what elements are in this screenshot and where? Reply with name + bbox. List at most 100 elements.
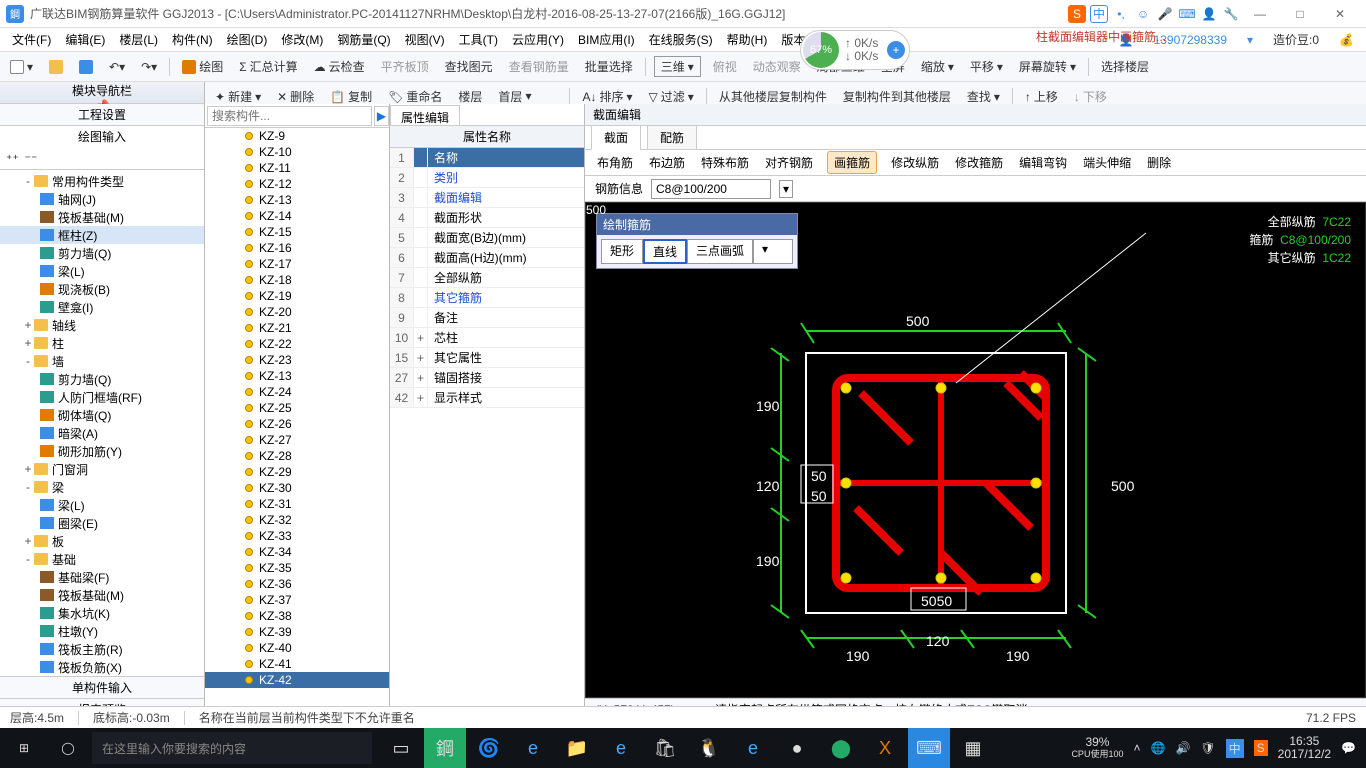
kz-list[interactable]: KZ-9KZ-10KZ-11KZ-12KZ-13KZ-14KZ-15KZ-16K… <box>205 128 389 720</box>
tree-group[interactable]: -常用构件类型 <box>0 172 204 190</box>
tree-group[interactable]: +板 <box>0 532 204 550</box>
menu-online[interactable]: 在线服务(S) <box>643 29 719 50</box>
kz-item[interactable]: KZ-32 <box>205 512 389 528</box>
app-folder-icon[interactable]: 📁 <box>556 728 598 768</box>
ime-punct-icon[interactable]: •, <box>1112 5 1130 23</box>
kz-item[interactable]: KZ-9 <box>205 128 389 144</box>
cpu-meter[interactable]: 39%CPU使用100 <box>1071 736 1123 760</box>
taskview-icon[interactable]: ▭ <box>380 728 422 768</box>
app-vb-icon[interactable]: ▦ <box>952 728 994 768</box>
batch-select-button[interactable]: 批量选择 <box>581 56 637 77</box>
ime-face-icon[interactable]: ☺ <box>1134 5 1152 23</box>
kz-item[interactable]: KZ-26 <box>205 416 389 432</box>
tray-notif-icon[interactable]: 💬 <box>1341 741 1356 755</box>
kz-item[interactable]: KZ-33 <box>205 528 389 544</box>
tray-vol-icon[interactable]: 🔊 <box>1175 741 1190 755</box>
arrow-down-icon[interactable]: ▾ <box>1241 31 1259 49</box>
menu-bim[interactable]: BIM应用(I) <box>572 29 641 50</box>
tray-ime-icon[interactable]: 中 <box>1226 739 1244 758</box>
tree-item[interactable]: 砌形加筋(Y) <box>0 442 204 460</box>
taskbar-search[interactable]: 在这里输入你要搜索的内容 <box>92 732 372 764</box>
section-tool[interactable]: 删除 <box>1145 152 1173 173</box>
menu-component[interactable]: 构件(N) <box>166 29 219 50</box>
app-edge-old-icon[interactable]: e <box>512 728 554 768</box>
tree-item[interactable]: 梁(L) <box>0 262 204 280</box>
app-ie-icon[interactable]: e <box>732 728 774 768</box>
tray-net-icon[interactable]: 🌐 <box>1150 741 1165 755</box>
tray-clock[interactable]: 16:352017/12/2 <box>1278 735 1331 761</box>
tree-item[interactable]: 现浇板(B) <box>0 280 204 298</box>
kz-item[interactable]: KZ-42 <box>205 672 389 688</box>
kz-item[interactable]: KZ-24 <box>205 384 389 400</box>
kz-item[interactable]: KZ-41 <box>205 656 389 672</box>
menu-draw[interactable]: 绘图(D) <box>221 29 274 50</box>
align-top-button[interactable]: 平齐板顶 <box>377 56 433 77</box>
section-tool[interactable]: 画箍筋 <box>827 151 877 174</box>
menu-tools[interactable]: 工具(T) <box>453 29 504 50</box>
menu-view[interactable]: 视图(V) <box>399 29 451 50</box>
section-tool[interactable]: 特殊布筋 <box>699 152 751 173</box>
kz-item[interactable]: KZ-15 <box>205 224 389 240</box>
rebar-info-input[interactable] <box>651 179 771 199</box>
tree-item[interactable]: 剪力墙(Q) <box>0 370 204 388</box>
tab-single-input[interactable]: 单构件输入 <box>0 676 204 698</box>
menu-cloud[interactable]: 云应用(Y) <box>506 29 570 50</box>
ime-kbd-icon[interactable]: ⌨ <box>1178 5 1196 23</box>
bean-icon[interactable]: 💰 <box>1333 31 1360 49</box>
prop-row[interactable]: 15+其它属性 <box>390 348 584 368</box>
kz-item[interactable]: KZ-19 <box>205 288 389 304</box>
prop-row[interactable]: 10+芯柱 <box>390 328 584 348</box>
tree-item[interactable]: 人防门框墙(RF) <box>0 388 204 406</box>
view-rebar-button[interactable]: 查看钢筋量 <box>505 56 573 77</box>
search-input[interactable] <box>207 106 372 126</box>
app-spiral-icon[interactable]: 🌀 <box>468 728 510 768</box>
menu-help[interactable]: 帮助(H) <box>721 29 774 50</box>
kz-item[interactable]: KZ-18 <box>205 272 389 288</box>
speed-widget[interactable]: 67% ↑ 0K/s ↓ 0K/s + <box>800 30 910 70</box>
kz-item[interactable]: KZ-37 <box>205 592 389 608</box>
open-button[interactable] <box>45 58 67 76</box>
section-tool[interactable]: 对齐钢筋 <box>763 152 815 173</box>
sogou-icon[interactable]: S <box>1068 5 1086 23</box>
tab-rebar[interactable]: 配筋 <box>647 125 697 150</box>
menu-file[interactable]: 文件(F) <box>6 29 57 50</box>
section-tool[interactable]: 编辑弯钩 <box>1017 152 1069 173</box>
cortana-icon[interactable]: ◯ <box>48 741 88 755</box>
tree-item[interactable]: 壁龛(I) <box>0 298 204 316</box>
kz-item[interactable]: KZ-29 <box>205 464 389 480</box>
ime-gear-icon[interactable]: 🔧 <box>1222 5 1240 23</box>
tree-group[interactable]: +门窗洞 <box>0 460 204 478</box>
redo-button[interactable]: ↷▾ <box>137 58 161 76</box>
nav-tree[interactable]: -常用构件类型轴网(J)筏板基础(M)框柱(Z)剪力墙(Q)梁(L)现浇板(B)… <box>0 170 204 676</box>
tab-project-settings[interactable]: 工程设置 <box>0 104 204 126</box>
prop-row[interactable]: 4截面形状 <box>390 208 584 228</box>
kz-item[interactable]: KZ-30 <box>205 480 389 496</box>
orbit-button[interactable]: 动态观察 <box>749 56 805 77</box>
start-button[interactable]: ⊞ <box>0 728 48 768</box>
section-tool[interactable]: 端头伸缩 <box>1081 152 1133 173</box>
screen-rotate-button[interactable]: 屏幕旋转 ▾ <box>1015 56 1080 77</box>
top-view-button[interactable]: 俯视 <box>709 56 741 77</box>
maximize-button[interactable]: □ <box>1280 7 1320 21</box>
tree-item[interactable]: 剪力墙(Q) <box>0 244 204 262</box>
menu-modify[interactable]: 修改(M) <box>275 29 329 50</box>
windows-taskbar[interactable]: ⊞ ◯ 在这里输入你要搜索的内容 ▭ 鋼 🌀 e 📁 e 🛍 🐧 e ● ⬤ X… <box>0 728 1366 768</box>
draw-mode-button[interactable]: 矩形 <box>601 239 643 264</box>
kz-item[interactable]: KZ-35 <box>205 560 389 576</box>
tree-item[interactable]: 筏板基础(M) <box>0 208 204 226</box>
app-360-icon[interactable]: ⬤ <box>820 728 862 768</box>
kz-item[interactable]: KZ-10 <box>205 144 389 160</box>
undo-button[interactable]: ↶▾ <box>105 58 129 76</box>
app-qq-icon[interactable]: 🐧 <box>688 728 730 768</box>
tab-properties[interactable]: 属性编辑 <box>390 105 460 125</box>
kz-item[interactable]: KZ-13 <box>205 192 389 208</box>
tree-item[interactable]: 筏板基础(M) <box>0 586 204 604</box>
ime-zh-icon[interactable]: 中 <box>1090 5 1108 23</box>
kz-item[interactable]: KZ-31 <box>205 496 389 512</box>
section-tool[interactable]: 修改箍筋 <box>953 152 1005 173</box>
prop-row[interactable]: 8其它箍筋 <box>390 288 584 308</box>
tree-item[interactable]: 暗梁(A) <box>0 424 204 442</box>
expand-all-icon[interactable]: ⁺⁺ <box>6 152 19 166</box>
tree-item[interactable]: 筏板主筋(R) <box>0 640 204 658</box>
search-go-button[interactable]: ▶ <box>374 106 389 126</box>
